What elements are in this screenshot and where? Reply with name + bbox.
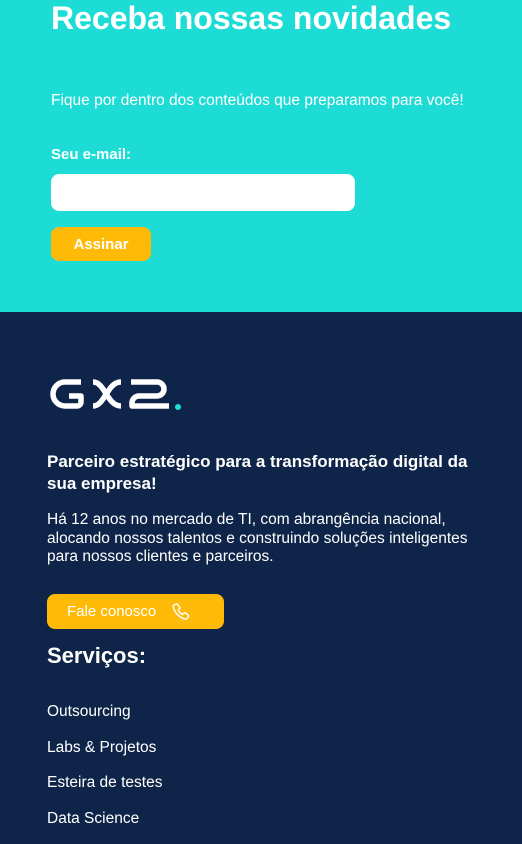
newsletter-section: Receba nossas novidades Fique por dentro… [0, 0, 522, 312]
services-title: Serviços: [47, 643, 147, 668]
newsletter-title: Receba nossas novidades [51, 0, 452, 36]
footer-tagline: Parceiro estratégico para a transformaçã… [47, 452, 468, 493]
gx2-logo[interactable] [47, 374, 187, 414]
services-item: Outsourcing [47, 702, 162, 738]
services-item: Labs & Projetos [47, 738, 162, 774]
gx2-logo-mark [50, 379, 181, 410]
service-link-outsourcing[interactable]: Outsourcing [47, 703, 131, 720]
footer: Parceiro estratégico para a transformaçã… [0, 312, 522, 844]
services-item: Data Science [47, 809, 162, 844]
services-list: Outsourcing Labs & Projetos Esteira de t… [47, 702, 162, 844]
contact-button[interactable]: Fale conosco [47, 594, 224, 629]
email-field[interactable] [51, 174, 355, 211]
footer-description: Há 12 anos no mercado de TI, com abrangê… [47, 511, 468, 565]
contact-button-label: Fale conosco [67, 603, 157, 620]
phone-icon [170, 601, 192, 623]
services-item: Esteira de testes [47, 773, 162, 809]
email-label: Seu e-mail: [51, 146, 132, 163]
subscribe-button[interactable]: Assinar [51, 227, 151, 261]
newsletter-subtitle: Fique por dentro dos conteúdos que prepa… [51, 92, 464, 109]
service-link-esteira-testes[interactable]: Esteira de testes [47, 774, 162, 791]
service-link-labs-projetos[interactable]: Labs & Projetos [47, 739, 156, 756]
service-link-data-science[interactable]: Data Science [47, 810, 139, 827]
